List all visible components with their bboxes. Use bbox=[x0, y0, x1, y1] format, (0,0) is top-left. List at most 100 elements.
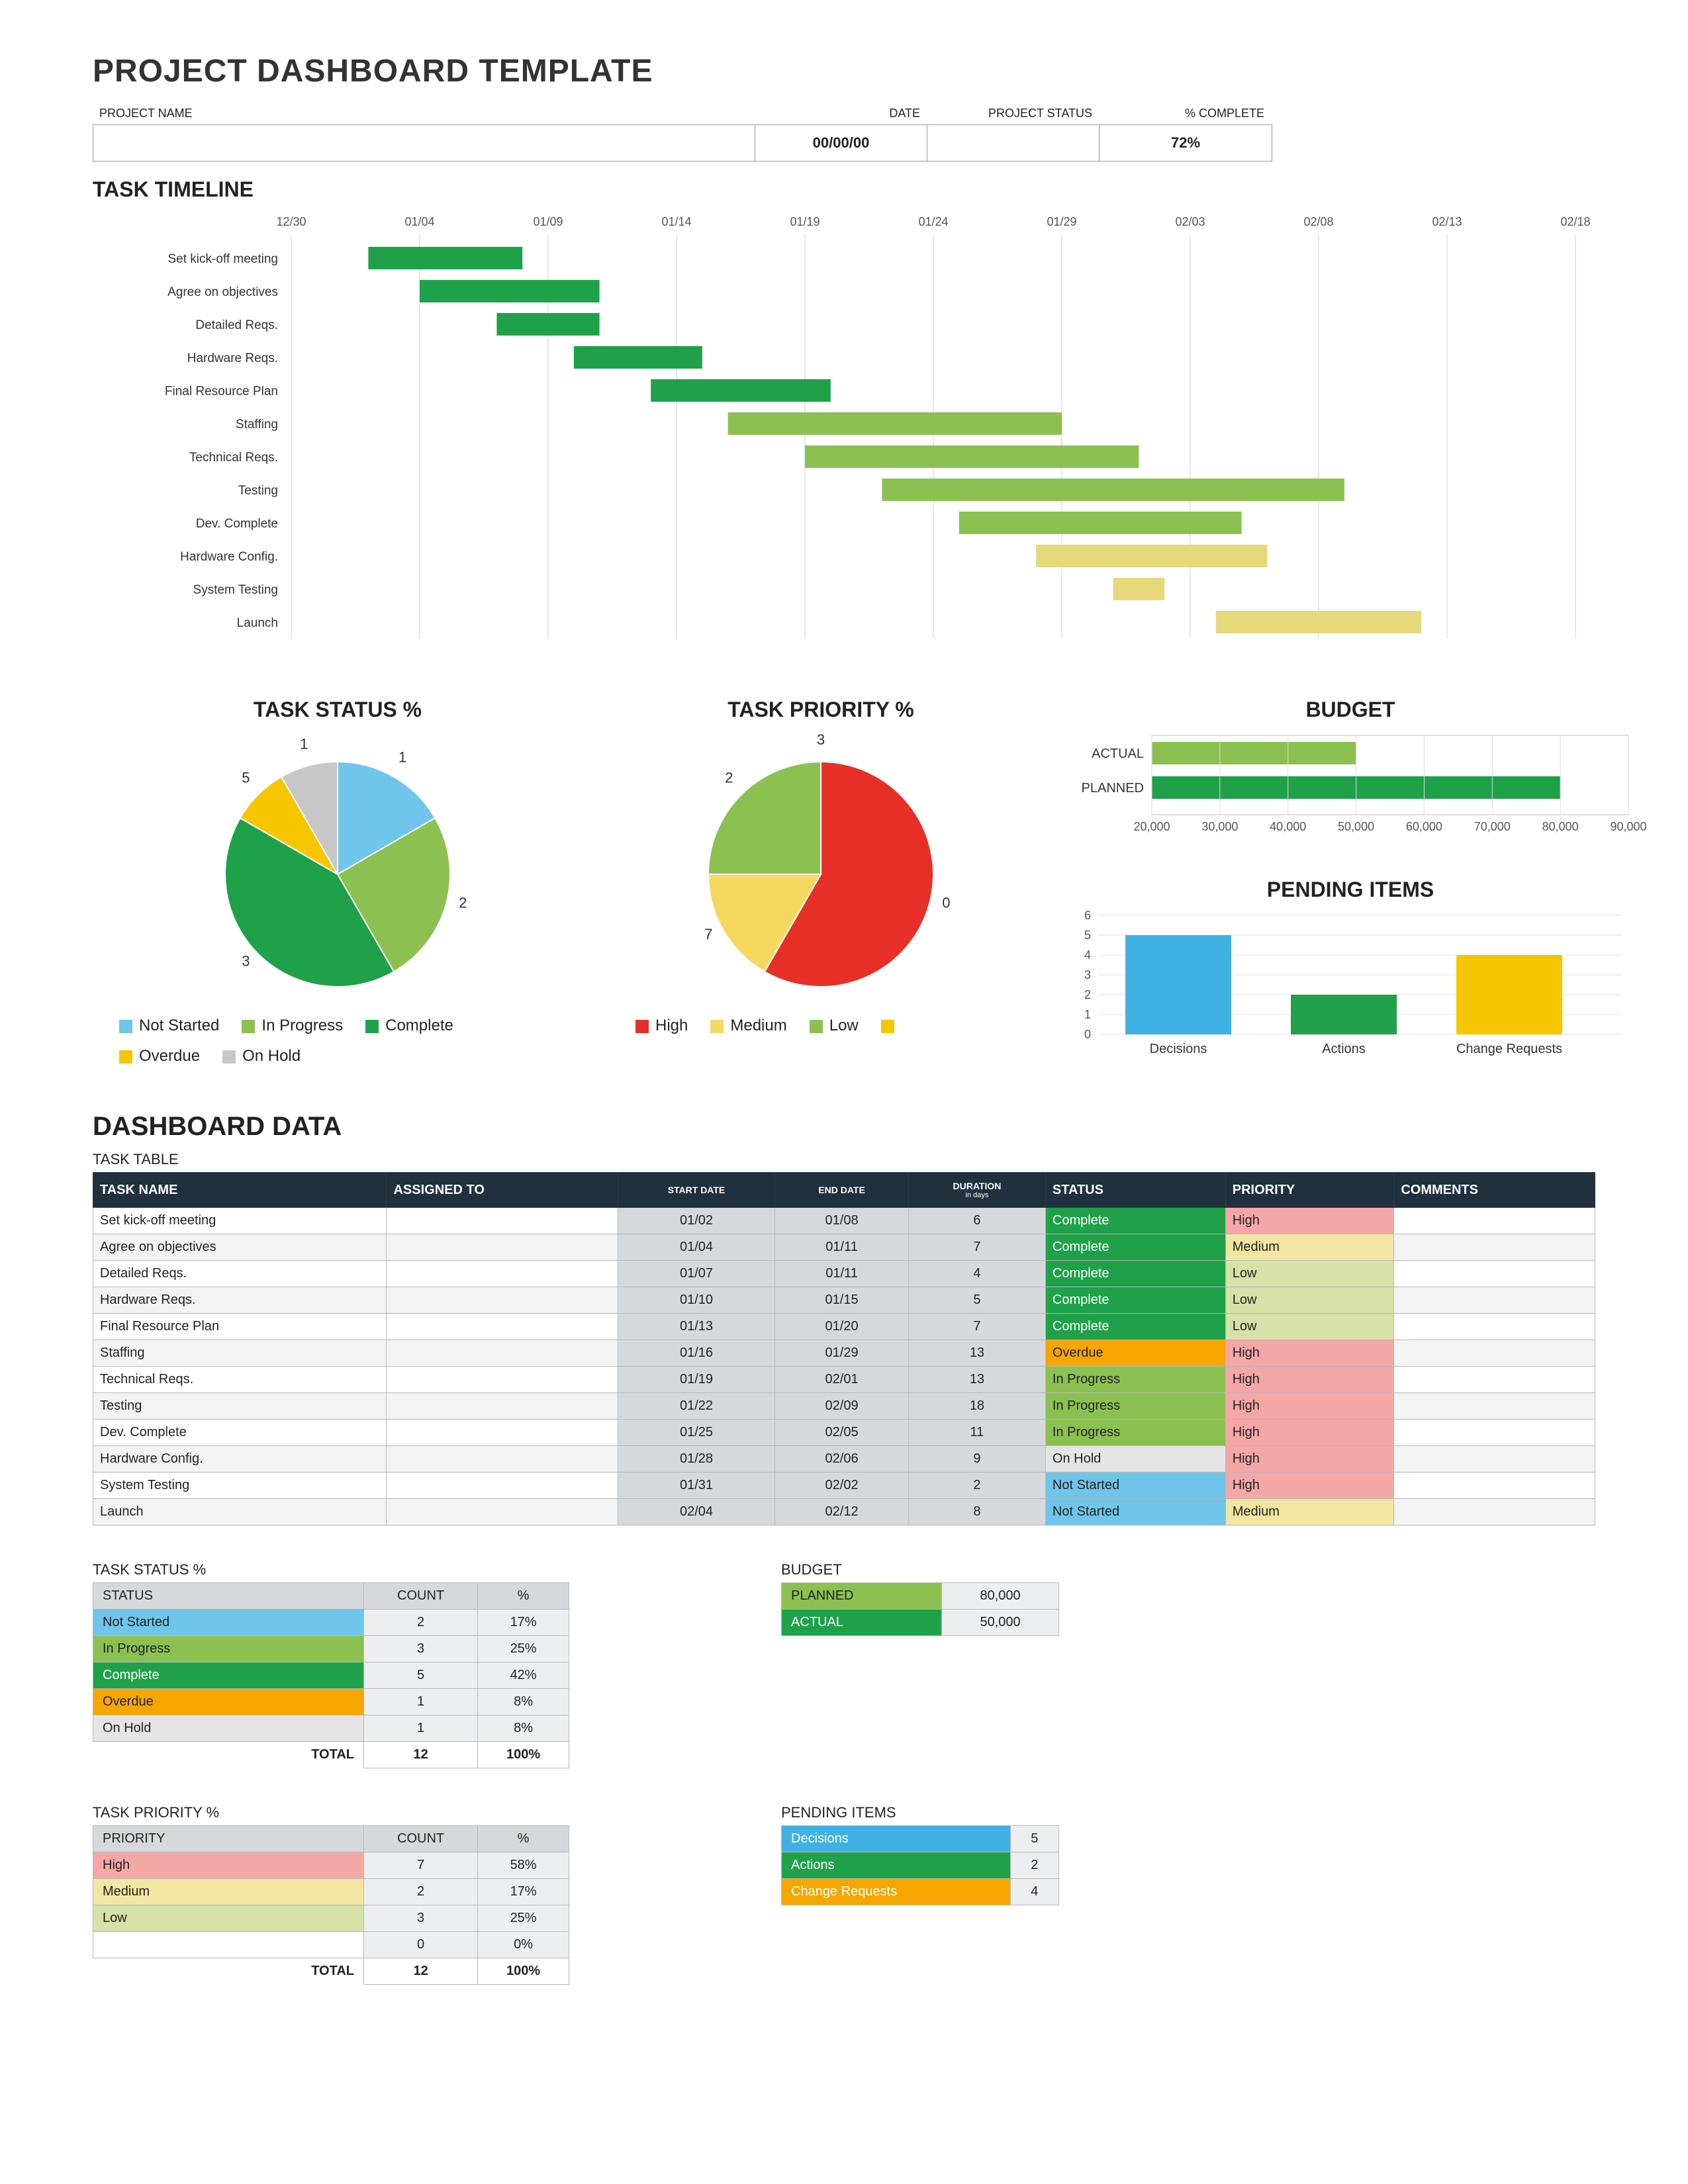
svg-text:1: 1 bbox=[399, 749, 406, 765]
legend-item: High bbox=[635, 1017, 688, 1035]
table-cell: High bbox=[1225, 1393, 1394, 1420]
table-cell: 01/04 bbox=[618, 1234, 774, 1261]
svg-text:Hardware Reqs.: Hardware Reqs. bbox=[187, 351, 278, 365]
table-cell: Medium bbox=[1225, 1234, 1394, 1261]
dashboard-data-title: DASHBOARD DATA bbox=[93, 1112, 1595, 1142]
svg-text:4: 4 bbox=[1084, 948, 1091, 962]
summary-status-table: STATUSCOUNT%Not Started217%In Progress32… bbox=[93, 1582, 569, 1768]
table-cell: Not Started bbox=[1045, 1473, 1225, 1499]
svg-text:5: 5 bbox=[1084, 929, 1091, 942]
table-cell: Not Started bbox=[1045, 1499, 1225, 1525]
table-cell bbox=[1394, 1340, 1595, 1367]
priority-pie-title: TASK PRIORITY % bbox=[609, 698, 1033, 722]
svg-text:Change Requests: Change Requests bbox=[1456, 1042, 1562, 1056]
hdr-label-name: PROJECT NAME bbox=[93, 103, 755, 124]
svg-text:60,000: 60,000 bbox=[1406, 820, 1442, 833]
table-cell bbox=[1394, 1314, 1595, 1340]
summary-priority-table: PRIORITYCOUNT%High758%Medium217%Low325%0… bbox=[93, 1825, 569, 1985]
table-cell: 02/06 bbox=[775, 1446, 909, 1473]
table-header: PRIORITY bbox=[1225, 1173, 1394, 1208]
table-cell: 11 bbox=[908, 1420, 1045, 1446]
table-cell: Low bbox=[1225, 1314, 1394, 1340]
table-cell: 02/04 bbox=[618, 1499, 774, 1525]
summary-pending-title: PENDING ITEMS bbox=[781, 1804, 1059, 1821]
hdr-label-status: PROJECT STATUS bbox=[927, 103, 1099, 124]
task-table: TASK NAMEASSIGNED TOSTART DATEEND DATEDU… bbox=[93, 1172, 1595, 1525]
pending-title: PENDING ITEMS bbox=[1059, 878, 1642, 902]
svg-text:7: 7 bbox=[704, 926, 712, 942]
status-pie-title: TASK STATUS % bbox=[93, 698, 583, 722]
legend-item: In Progress bbox=[242, 1017, 343, 1035]
table-cell: 18 bbox=[908, 1393, 1045, 1420]
hdr-value-status[interactable] bbox=[927, 125, 1100, 161]
svg-text:1: 1 bbox=[1084, 1008, 1091, 1021]
svg-text:Actions: Actions bbox=[1322, 1042, 1366, 1056]
legend-item: On Hold bbox=[222, 1047, 301, 1066]
table-cell: High bbox=[1225, 1420, 1394, 1446]
status-legend: Not StartedIn ProgressCompleteOverdueOn … bbox=[93, 1010, 583, 1072]
table-cell: Complete bbox=[1045, 1261, 1225, 1287]
table-cell bbox=[1394, 1234, 1595, 1261]
svg-text:Detailed Reqs.: Detailed Reqs. bbox=[195, 318, 278, 332]
table-cell bbox=[1394, 1367, 1595, 1393]
svg-text:3: 3 bbox=[1084, 968, 1091, 981]
table-cell bbox=[387, 1314, 618, 1340]
table-cell: 01/10 bbox=[618, 1287, 774, 1314]
priority-legend: HighMediumLow bbox=[609, 1010, 1033, 1042]
table-cell bbox=[387, 1367, 618, 1393]
svg-text:02/08: 02/08 bbox=[1303, 215, 1333, 228]
table-cell: 01/19 bbox=[618, 1367, 774, 1393]
table-cell bbox=[1394, 1420, 1595, 1446]
svg-text:01/19: 01/19 bbox=[790, 215, 820, 228]
table-cell: Low bbox=[1225, 1261, 1394, 1287]
header-values: 00/00/00 72% bbox=[93, 124, 1272, 161]
table-cell bbox=[1394, 1499, 1595, 1525]
svg-text:3: 3 bbox=[817, 731, 825, 748]
table-cell bbox=[387, 1287, 618, 1314]
svg-text:Testing: Testing bbox=[238, 484, 278, 498]
svg-text:02/03: 02/03 bbox=[1175, 215, 1205, 228]
hdr-value-pct: 72% bbox=[1100, 125, 1272, 161]
table-cell: 9 bbox=[908, 1446, 1045, 1473]
table-cell: 01/13 bbox=[618, 1314, 774, 1340]
table-row: Testing01/2202/0918In ProgressHigh bbox=[93, 1393, 1595, 1420]
svg-text:30,000: 30,000 bbox=[1201, 820, 1238, 833]
table-cell: High bbox=[1225, 1208, 1394, 1234]
table-cell: On Hold bbox=[1045, 1446, 1225, 1473]
table-row: Dev. Complete01/2502/0511In ProgressHigh bbox=[93, 1420, 1595, 1446]
budget-chart: ACTUALPLANNED20,00030,00040,00050,00060,… bbox=[1059, 729, 1642, 854]
table-header: START DATE bbox=[618, 1173, 774, 1208]
table-cell bbox=[1394, 1393, 1595, 1420]
svg-text:02/13: 02/13 bbox=[1432, 215, 1462, 228]
svg-text:Decisions: Decisions bbox=[1150, 1042, 1207, 1056]
table-cell: 02/12 bbox=[775, 1499, 909, 1525]
table-cell: 7 bbox=[908, 1234, 1045, 1261]
table-cell: High bbox=[1225, 1340, 1394, 1367]
table-row: Launch02/0402/128Not StartedMedium bbox=[93, 1499, 1595, 1525]
status-pie-chart: 12351 bbox=[93, 729, 583, 1007]
svg-text:40,000: 40,000 bbox=[1270, 820, 1306, 833]
hdr-value-date[interactable]: 00/00/00 bbox=[755, 125, 927, 161]
table-cell: 01/28 bbox=[618, 1446, 774, 1473]
table-cell: Final Resource Plan bbox=[93, 1314, 387, 1340]
legend-item: Low bbox=[810, 1017, 859, 1035]
svg-text:12/30: 12/30 bbox=[276, 215, 306, 228]
table-row: Detailed Reqs.01/0701/114CompleteLow bbox=[93, 1261, 1595, 1287]
svg-text:2: 2 bbox=[1084, 988, 1091, 1001]
table-header: ASSIGNED TO bbox=[387, 1173, 618, 1208]
svg-text:Launch: Launch bbox=[237, 616, 278, 630]
svg-text:2: 2 bbox=[459, 895, 467, 911]
table-cell: Hardware Config. bbox=[93, 1446, 387, 1473]
hdr-value-name[interactable] bbox=[93, 125, 755, 161]
svg-text:System Testing: System Testing bbox=[193, 583, 278, 597]
svg-text:01/09: 01/09 bbox=[533, 215, 563, 228]
table-cell: High bbox=[1225, 1446, 1394, 1473]
table-cell: High bbox=[1225, 1367, 1394, 1393]
table-cell: 13 bbox=[908, 1367, 1045, 1393]
table-cell bbox=[387, 1393, 618, 1420]
table-cell: Complete bbox=[1045, 1208, 1225, 1234]
svg-text:ACTUAL: ACTUAL bbox=[1092, 747, 1144, 761]
table-cell: 6 bbox=[908, 1208, 1045, 1234]
table-cell: Complete bbox=[1045, 1287, 1225, 1314]
table-cell: Low bbox=[1225, 1287, 1394, 1314]
